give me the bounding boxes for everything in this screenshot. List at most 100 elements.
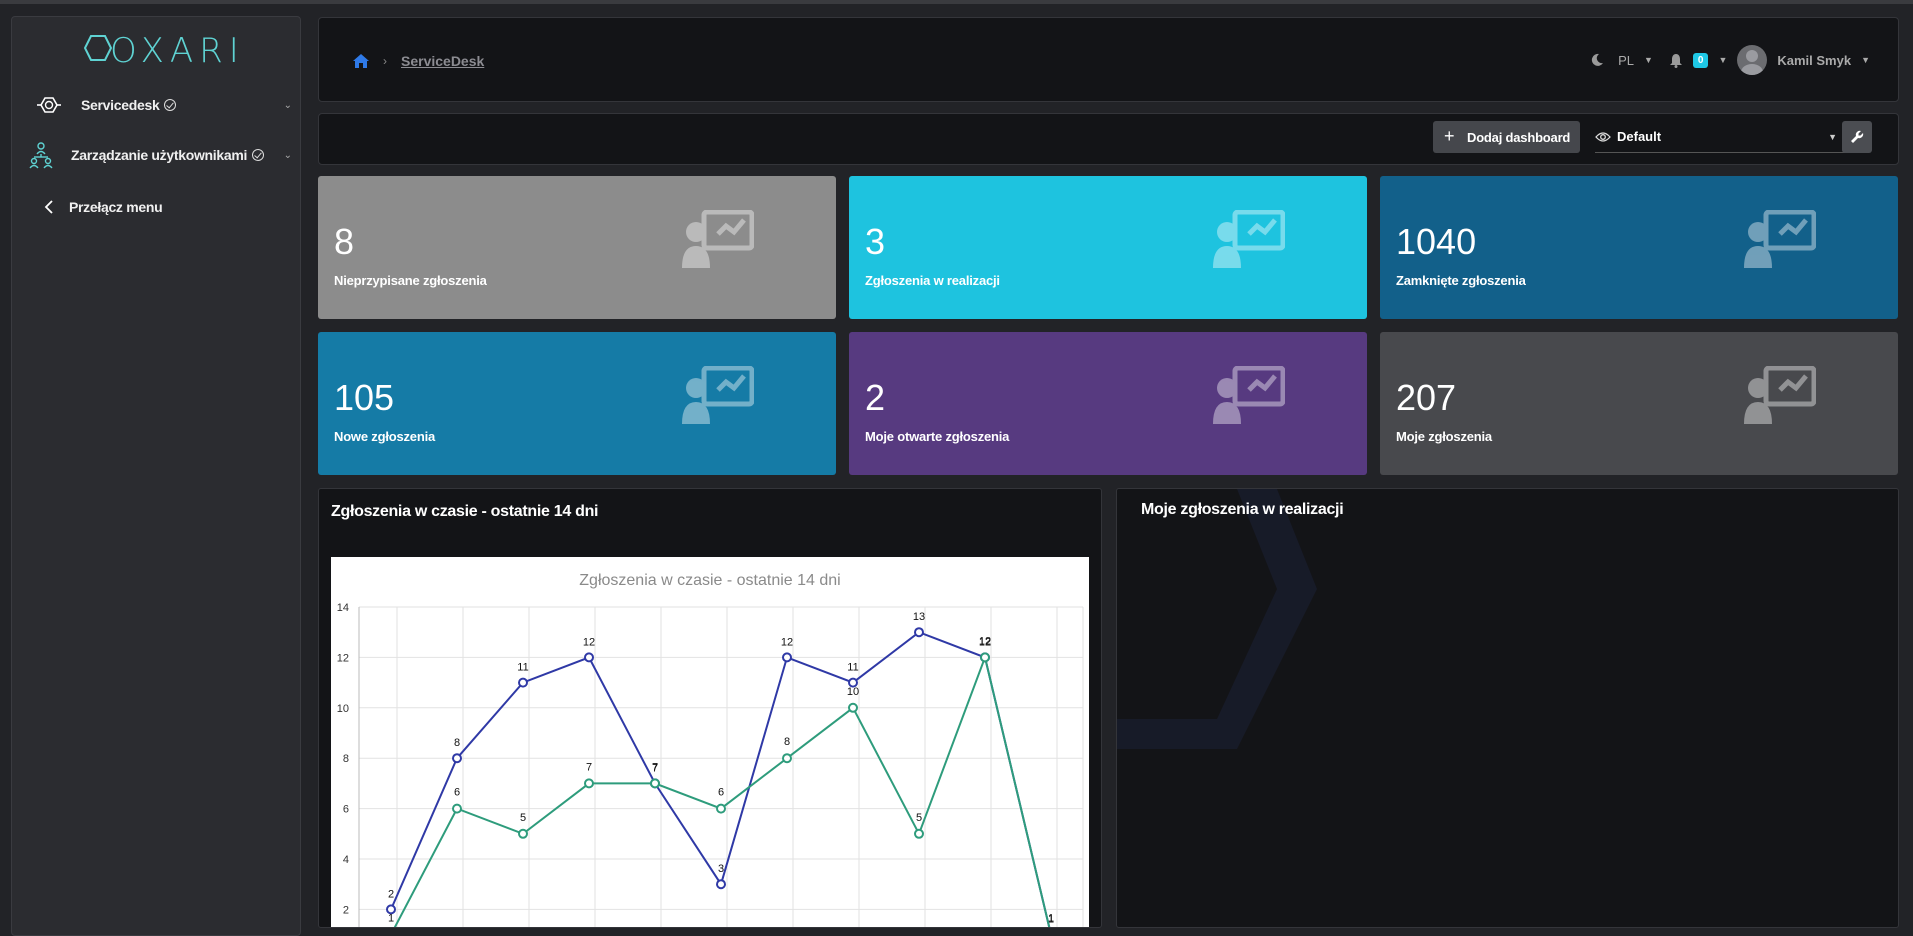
stat-label: Zgłoszenia w realizacji: [865, 273, 1000, 288]
dashboard-toolbar: + Dodaj dashboard Default ▼: [318, 113, 1899, 165]
series-1-point: [584, 652, 594, 663]
y-tick-label: 2: [343, 904, 349, 916]
series-1-data-label: 8: [454, 737, 460, 749]
series-1-point: [452, 753, 462, 764]
series-1-data-label: 11: [517, 662, 528, 674]
dashboard-select-value: Default: [1617, 129, 1662, 144]
series-1-data-label: 12: [583, 636, 595, 648]
panel-title: Zgłoszenia w czasie - ostatnie 14 dni: [331, 503, 599, 520]
sidebar: OXARI Servicedesk ⌄ Zarządzanie użytkown…: [11, 16, 301, 936]
stat-value: 1040: [1396, 221, 1477, 262]
stat-value: 207: [1396, 377, 1457, 418]
y-tick-label: 12: [337, 652, 349, 664]
chevron-down-icon: ⌄: [283, 149, 292, 161]
logo-hexagon-icon: [84, 35, 112, 61]
user-chart-icon: [1213, 366, 1285, 424]
sidebar-item-servicedesk[interactable]: Servicedesk ⌄: [12, 85, 302, 125]
series-2-point: [980, 652, 990, 663]
stat-value: 105: [334, 377, 395, 418]
dashboard-settings-button[interactable]: [1842, 121, 1872, 153]
sidebar-item-label: Zarządzanie użytkownikami: [71, 147, 248, 163]
check-circle-icon: [252, 149, 265, 161]
stat-label: Moje otwarte zgłoszenia: [865, 429, 1010, 444]
series-1-data-label: 2: [388, 888, 394, 900]
stat-tile-my-open[interactable]: 2 Moje otwarte zgłoszenia: [849, 332, 1367, 475]
chart-svg: Zgłoszenia w czasie - ostatnie 14 dni 2 4 6…: [337, 572, 1084, 927]
caret-down-icon[interactable]: ▼: [1861, 55, 1870, 65]
eye-icon: [1595, 131, 1611, 142]
top-header: › ServiceDesk PL ▼ 0 ▼ Kamil Smyk ▼: [318, 17, 1899, 102]
logo-text: OXARI: [110, 31, 245, 71]
sidebar-item-label: Przełącz menu: [69, 199, 163, 215]
chevron-right-icon: ›: [383, 54, 387, 68]
series-2-data-label: 7: [652, 761, 658, 773]
breadcrumb-servicedesk-link[interactable]: ServiceDesk: [401, 53, 484, 69]
series-1-data-label: 12: [781, 636, 793, 648]
series-2-data-label: 8: [784, 736, 790, 748]
series-2-data-label: 7: [586, 761, 592, 773]
stat-tile-new[interactable]: 105 Nowe zgłoszenia: [318, 332, 836, 475]
stat-tile-my-tickets[interactable]: 207 Moje zgłoszenia: [1380, 332, 1898, 475]
my-in-progress-panel: Moje zgłoszenia w realizacji: [1116, 488, 1899, 928]
panel-title: Moje zgłoszenia w realizacji: [1141, 501, 1344, 518]
stat-value: 2: [865, 377, 886, 418]
stat-tile-unassigned[interactable]: 8 Nieprzypisane zgłoszenia: [318, 176, 836, 319]
dashboard-select[interactable]: Default ▼: [1595, 121, 1845, 153]
language-label: PL: [1618, 52, 1634, 68]
user-chart-icon: [682, 210, 754, 268]
caret-down-icon[interactable]: ▼: [1644, 55, 1653, 65]
stat-label: Nowe zgłoszenia: [334, 429, 436, 444]
chevron-down-icon: ⌄: [283, 99, 292, 111]
series-1-data-label: 3: [718, 863, 724, 875]
language-selector[interactable]: PL: [1618, 53, 1634, 68]
stat-label: Nieprzypisane zgłoszenia: [334, 273, 487, 288]
caret-down-icon[interactable]: ▼: [1718, 55, 1727, 65]
servicedesk-icon: [34, 90, 64, 120]
line-chart: Zgłoszenia w czasie - ostatnie 14 dni 2 4 6…: [331, 557, 1089, 927]
series-2-point: [650, 778, 660, 789]
series-2-point: [782, 753, 792, 764]
series-1-point: [716, 879, 726, 890]
chart-panel: Zgłoszenia w czasie - ostatnie 14 dni Zg…: [318, 488, 1102, 928]
bell-icon[interactable]: [1669, 53, 1683, 68]
series-2-point: [848, 702, 858, 713]
caret-down-icon: ▼: [1828, 131, 1837, 142]
series-2-data-label: 6: [454, 787, 460, 799]
avatar[interactable]: [1737, 45, 1768, 75]
chevron-left-icon: [34, 192, 64, 222]
series-1-data-label: 11: [847, 662, 858, 674]
y-tick-label: 14: [337, 602, 349, 614]
user-name[interactable]: Kamil Smyk: [1777, 53, 1851, 68]
header-actions: PL ▼ 0 ▼ Kamil Smyk ▼: [1590, 44, 1870, 76]
toggle-menu-button[interactable]: Przełącz menu: [12, 187, 302, 227]
stat-tile-in-progress[interactable]: 3 Zgłoszenia w realizacji: [849, 176, 1367, 319]
y-tick-label: 4: [343, 854, 349, 866]
user-chart-icon: [1744, 366, 1816, 424]
stat-value: 3: [865, 221, 886, 262]
user-chart-icon: [682, 366, 754, 424]
logo[interactable]: OXARI: [84, 31, 239, 71]
series-2-data-label: 1: [388, 913, 394, 925]
background-arrow-decoration: [1117, 489, 1317, 749]
y-tick-label: 6: [343, 804, 349, 816]
series-1-point: [914, 627, 924, 638]
stat-value: 8: [334, 221, 355, 262]
series-2-point: [452, 803, 462, 814]
add-dashboard-button[interactable]: + Dodaj dashboard: [1433, 121, 1581, 153]
series-1-point: [518, 677, 528, 688]
sidebar-item-user-management[interactable]: Zarządzanie użytkownikami ⌄: [12, 135, 302, 175]
series-2-data-label: 12: [979, 635, 991, 647]
home-icon[interactable]: [353, 54, 369, 68]
moon-icon[interactable]: [1590, 53, 1604, 67]
sidebar-item-label: Servicedesk: [81, 97, 160, 113]
users-tree-icon: [26, 140, 56, 170]
check-circle-icon: [164, 99, 177, 111]
series-2-data-label: 5: [916, 812, 922, 824]
window-top-border: [0, 0, 1913, 4]
add-dashboard-label: Dodaj dashboard: [1467, 129, 1571, 145]
stat-tile-closed[interactable]: 1040 Zamknięte zgłoszenia: [1380, 176, 1898, 319]
plus-icon: +: [1444, 126, 1455, 146]
series-2-data-label: 1: [1048, 913, 1054, 925]
stat-label: Moje zgłoszenia: [1396, 429, 1492, 444]
notification-count-badge[interactable]: 0: [1692, 52, 1709, 68]
